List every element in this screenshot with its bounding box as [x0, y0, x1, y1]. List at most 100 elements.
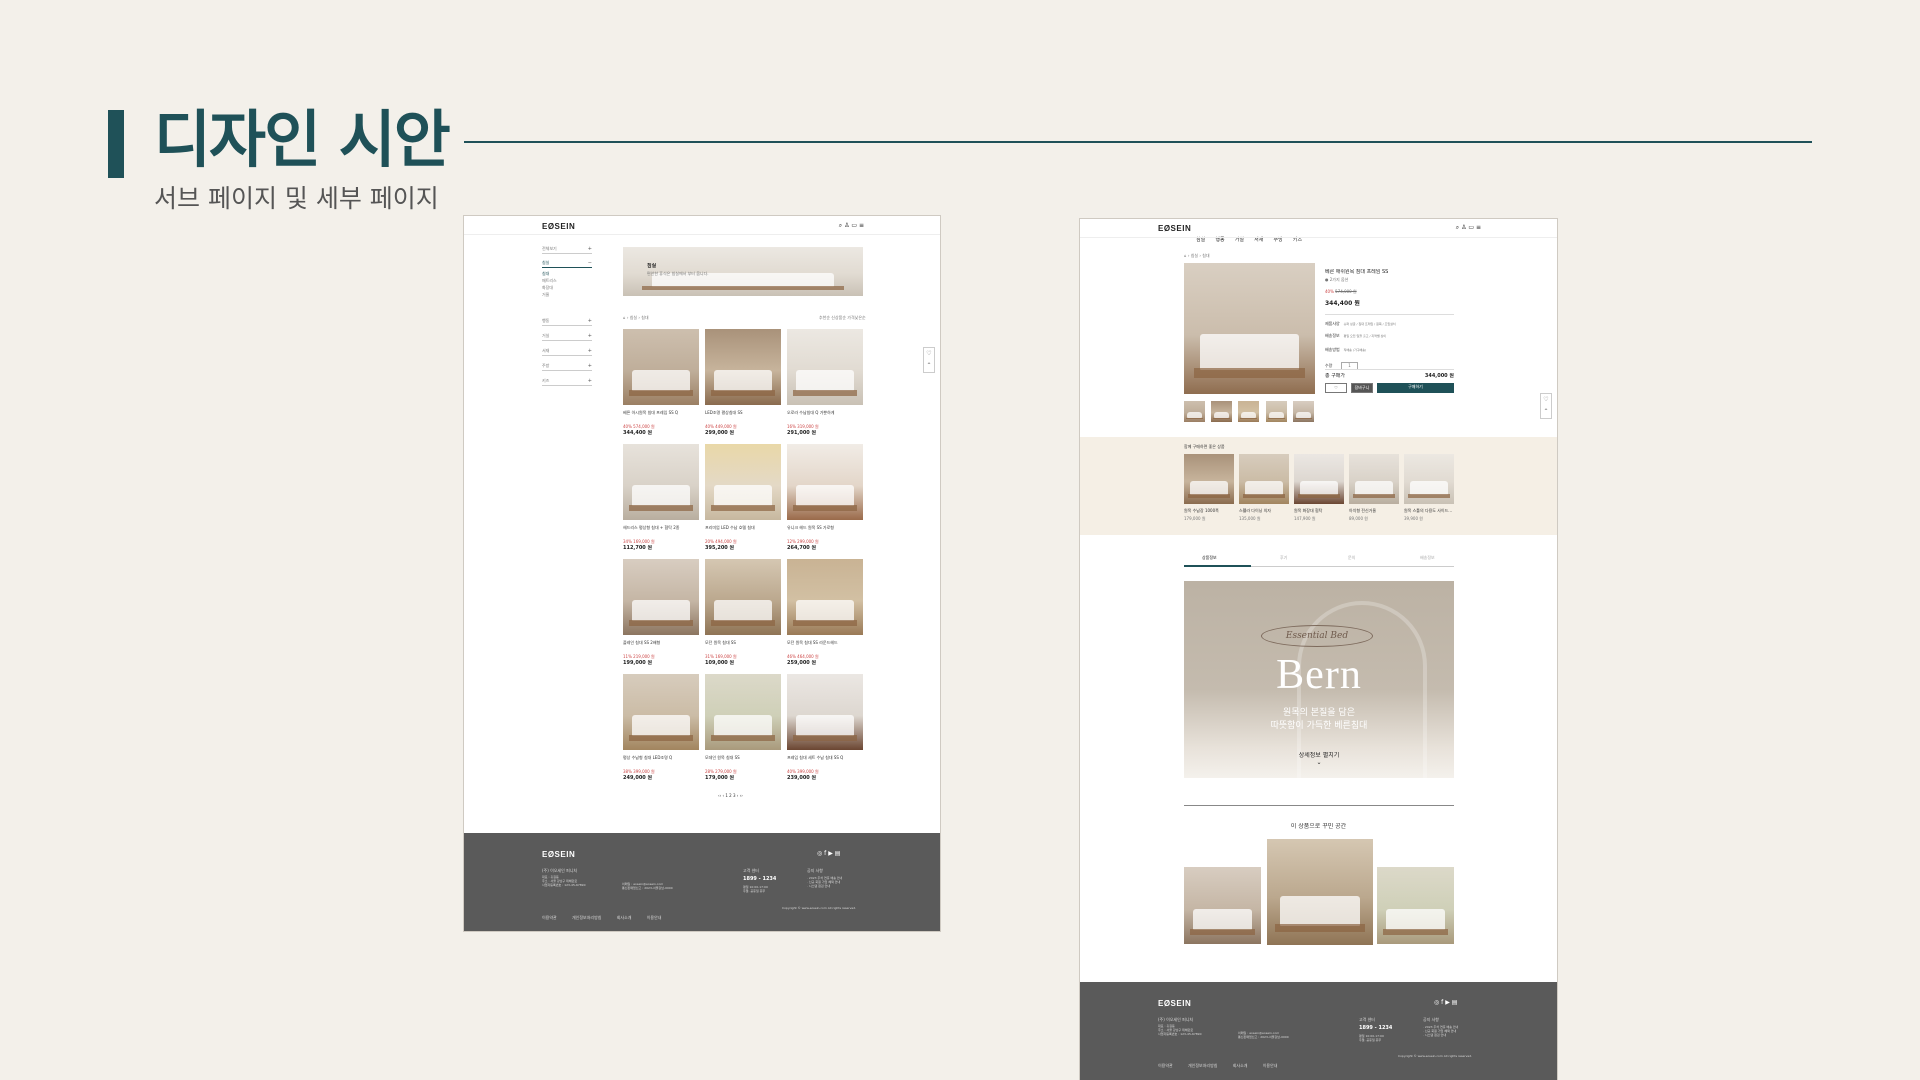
sidebar-item[interactable]: 거실 + [542, 333, 592, 341]
tab-product-info[interactable]: 상품정보 [1202, 555, 1217, 561]
product-card[interactable]: 프리미엄 LED 수납 호텔 침대 20% 494,000 원 395,200 원 [705, 444, 781, 554]
footer-link[interactable]: 개인정보처리방침 [1188, 1063, 1217, 1068]
product-image[interactable] [787, 559, 863, 635]
footer-link[interactable]: 회사소개 [1233, 1063, 1248, 1068]
product-name[interactable]: 유니크 헤드 원목 SS 가로형 [787, 525, 863, 531]
youtube-icon[interactable]: ▶ [1445, 999, 1450, 1006]
footer-link[interactable]: 이용약관 [542, 915, 557, 920]
product-name[interactable]: 베른 아시원목 침대 프레임 SS Q [623, 410, 699, 416]
sidebar-subitem[interactable]: 화장대 [542, 285, 553, 291]
product-card[interactable]: 베른 아시원목 침대 프레임 SS Q 40% 574,000 원 344,400 … [623, 329, 699, 439]
product-card[interactable]: 모던 원목 침대 SS 라운드헤드 46% 464,000 원 259,000 원 [787, 559, 863, 669]
add-to-cart-button[interactable]: 장바구니 [1351, 383, 1373, 393]
footer-logo[interactable]: EØSEIN [542, 850, 575, 859]
recommended-item[interactable]: 원목 화장대 협탁 147,900 원 [1294, 454, 1344, 529]
search-icon[interactable]: ⌕ [839, 222, 842, 229]
product-name[interactable]: 평상 수납형 침대 LED조명 Q [623, 755, 699, 761]
expand-details-button[interactable]: 상세정보 펼치기 ⌄ [1184, 752, 1454, 766]
recommended-image[interactable] [1239, 454, 1289, 504]
recommended-item[interactable]: 원목 수납장 1000폭 179,000 원 [1184, 454, 1234, 529]
styled-space-photo[interactable] [1377, 867, 1454, 944]
recommended-name[interactable]: 원목 화장대 협탁 [1294, 508, 1344, 514]
recommended-image[interactable] [1404, 454, 1454, 504]
product-thumbnail[interactable] [1184, 401, 1205, 422]
product-name[interactable]: 모데인 원목 침대 SS [705, 755, 781, 761]
sidebar-item-all[interactable]: 전체보기 + [542, 246, 592, 254]
recommended-name[interactable]: 원목 스툴의 다용도 사이드... [1404, 508, 1454, 514]
instagram-icon[interactable]: ◎ [817, 850, 822, 857]
recommended-item[interactable]: 아치형 전신거울 89,000 원 [1349, 454, 1399, 529]
product-name[interactable]: 플레인 침대 SS 2배형 [623, 640, 699, 646]
sidebar-subitem[interactable]: 매트리스 [542, 278, 557, 284]
product-name[interactable]: LED조명 평상침대 SS [705, 410, 781, 416]
product-thumbnail[interactable] [1211, 401, 1232, 422]
product-thumbnail[interactable] [1266, 401, 1287, 422]
recommended-item[interactable]: 스웰라 다이닝 의자 135,000 원 [1239, 454, 1289, 529]
tab-qna[interactable]: 문의 [1348, 555, 1355, 561]
sidebar-subitem[interactable]: 침대 [542, 271, 549, 277]
blog-icon[interactable]: ▤ [835, 850, 841, 857]
cart-icon[interactable]: ▭ [1468, 224, 1474, 231]
logo[interactable]: EØSEIN [542, 222, 575, 231]
product-card[interactable]: 오로라 수납침대 Q 가뿐하게 16% 319,000 원 291,000 원 [787, 329, 863, 439]
arrow-up-icon[interactable]: ⌃ [1541, 406, 1551, 418]
footer-link[interactable]: 회사소개 [617, 915, 632, 920]
wishlist-button[interactable]: ♡ [1325, 383, 1347, 393]
product-image[interactable] [623, 674, 699, 750]
product-card[interactable]: 플레인 침대 SS 2배형 11% 219,000 원 199,000 원 [623, 559, 699, 669]
product-card[interactable]: 헤드리스 평상형 침대 + 협탁 2종 34% 169,000 원 112,700 … [623, 444, 699, 554]
recommended-image[interactable] [1349, 454, 1399, 504]
menu-icon[interactable]: ≡ [859, 222, 864, 229]
product-image[interactable] [705, 674, 781, 750]
styled-space-photo[interactable] [1267, 839, 1373, 945]
footer-logo[interactable]: EØSEIN [1158, 999, 1191, 1008]
youtube-icon[interactable]: ▶ [828, 850, 833, 857]
search-icon[interactable]: ⌕ [1456, 224, 1459, 231]
arrow-up-icon[interactable]: ⌃ [924, 360, 934, 372]
instagram-icon[interactable]: ◎ [1434, 999, 1439, 1006]
sidebar-item[interactable]: 키즈 + [542, 378, 592, 386]
product-image[interactable] [787, 674, 863, 750]
menu-icon[interactable]: ≡ [1476, 224, 1481, 231]
product-card[interactable]: 프레임 침대 세트 수납 침대 SS Q 40% 399,000 원 239,000… [787, 674, 863, 784]
footer-link[interactable]: 이용약관 [1158, 1063, 1173, 1068]
heart-icon[interactable]: ♡ [924, 348, 934, 360]
recommended-name[interactable]: 스웰라 다이닝 의자 [1239, 508, 1289, 514]
product-main-image[interactable] [1184, 263, 1315, 394]
product-image[interactable] [623, 444, 699, 520]
product-image[interactable] [705, 444, 781, 520]
facebook-icon[interactable]: f [824, 850, 826, 857]
sort-options[interactable]: 추천순 신상품순 가격낮은순 [819, 315, 866, 321]
footer-link[interactable]: 이용안내 [647, 915, 662, 920]
pagination[interactable]: ‹‹ ‹ 1 2 3 › ›› [718, 793, 743, 799]
recommended-item[interactable]: 원목 스툴의 다용도 사이드... 39,900 원 [1404, 454, 1454, 529]
product-image[interactable] [787, 444, 863, 520]
footer-link[interactable]: 이용안내 [1263, 1063, 1278, 1068]
cart-icon[interactable]: ▭ [851, 222, 857, 229]
product-name[interactable]: 헤드리스 평상형 침대 + 협탁 2종 [623, 525, 699, 531]
logo[interactable]: EØSEIN [1158, 224, 1191, 233]
user-icon[interactable]: ♙ [1461, 224, 1466, 231]
product-thumbnail[interactable] [1238, 401, 1259, 422]
buy-now-button[interactable]: 구매하기 [1377, 383, 1454, 393]
recommended-image[interactable] [1294, 454, 1344, 504]
product-image[interactable] [787, 329, 863, 405]
home-icon[interactable]: ⌂ [1184, 253, 1187, 258]
sidebar-item[interactable]: 서재 + [542, 348, 592, 356]
product-name[interactable]: 모던 원목 침대 SS [705, 640, 781, 646]
product-name[interactable]: 프리미엄 LED 수납 호텔 침대 [705, 525, 781, 531]
tab-reviews[interactable]: 후기 [1280, 555, 1287, 561]
recommended-name[interactable]: 원목 수납장 1000폭 [1184, 508, 1234, 514]
blog-icon[interactable]: ▤ [1452, 999, 1458, 1006]
facebook-icon[interactable]: f [1441, 999, 1443, 1006]
product-card[interactable]: 모던 원목 침대 SS 31% 169,000 원 109,000 원 [705, 559, 781, 669]
styled-space-photo[interactable] [1184, 867, 1261, 944]
user-icon[interactable]: ♙ [844, 222, 849, 229]
product-thumbnail[interactable] [1293, 401, 1314, 422]
sidebar-item[interactable]: 행동 + [542, 318, 592, 326]
product-image[interactable] [623, 329, 699, 405]
product-name[interactable]: 오로라 수납침대 Q 가뿐하게 [787, 410, 863, 416]
footer-link[interactable]: 개인정보처리방침 [572, 915, 601, 920]
home-icon[interactable]: ⌂ [623, 315, 626, 320]
recommended-image[interactable] [1184, 454, 1234, 504]
